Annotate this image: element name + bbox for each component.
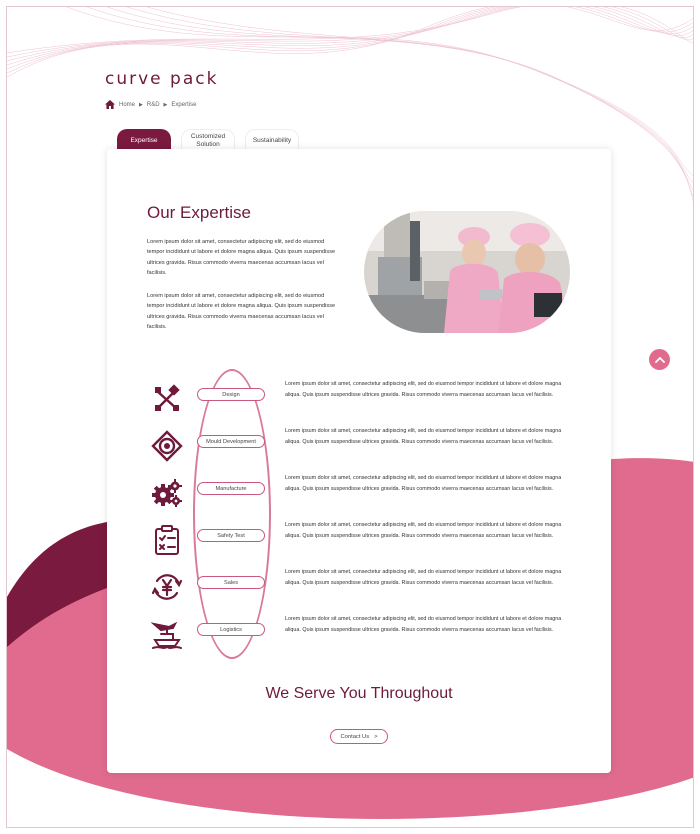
tab-customized-solution[interactable]: Customized Solution xyxy=(181,129,235,151)
chevron-up-icon xyxy=(654,356,665,363)
content-card: Our Expertise Lorem ipsum dolor sit amet… xyxy=(107,149,611,773)
step-manufacture: Manufacture Lorem ipsum dolor sit amet, … xyxy=(107,471,611,515)
step-pill[interactable]: Sales xyxy=(197,576,265,589)
target-icon xyxy=(151,430,183,462)
tab-expertise[interactable]: Expertise xyxy=(117,129,171,151)
step-description: Lorem ipsum dolor sit amet, consectetur … xyxy=(285,522,562,539)
step-design: Design Lorem ipsum dolor sit amet, conse… xyxy=(107,377,611,421)
breadcrumb-separator: ▶ xyxy=(163,101,168,108)
step-pill[interactable]: Manufacture xyxy=(197,482,265,495)
design-tools-icon xyxy=(155,384,180,411)
step-sales: Sales Lorem ipsum dolor sit amet, consec… xyxy=(107,565,611,609)
step-safety-test: Safety Test Lorem ipsum dolor sit amet, … xyxy=(107,518,611,562)
factory-workers-photo xyxy=(364,211,570,333)
step-pill[interactable]: Mould Development xyxy=(197,435,265,448)
clipboard-check-icon xyxy=(155,525,179,555)
chevron-right-icon: > xyxy=(374,733,378,740)
step-pill[interactable]: Logistics xyxy=(197,623,265,636)
step-description: Lorem ipsum dolor sit amet, consectetur … xyxy=(285,475,562,492)
expertise-title: Our Expertise xyxy=(147,203,251,222)
scroll-to-top-button[interactable] xyxy=(649,349,670,370)
contact-us-label: Contact Us xyxy=(340,733,370,740)
step-description: Lorem ipsum dolor sit amet, consectetur … xyxy=(285,569,562,586)
brand-logo[interactable]: curve pack xyxy=(105,69,218,89)
yen-cycle-icon xyxy=(151,574,183,600)
intro-paragraph: Lorem ipsum dolor sit amet, consectetur … xyxy=(147,239,336,277)
ship-plane-icon xyxy=(151,621,182,649)
step-description: Lorem ipsum dolor sit amet, consectetur … xyxy=(285,616,562,633)
breadcrumb-rd[interactable]: R&D xyxy=(147,102,160,108)
home-icon[interactable] xyxy=(105,100,115,109)
intro-paragraph: Lorem ipsum dolor sit amet, consectetur … xyxy=(147,293,336,331)
gears-icon xyxy=(152,479,182,507)
page-frame: curve pack Home ▶ R&D ▶ Expertise Expert… xyxy=(6,6,694,828)
serve-title: We Serve You Throughout xyxy=(265,685,453,702)
step-description: Lorem ipsum dolor sit amet, consectetur … xyxy=(285,428,562,445)
step-pill[interactable]: Safety Test xyxy=(197,529,265,542)
step-mould-development: Mould Development Lorem ipsum dolor sit … xyxy=(107,424,611,468)
tab-sustainability[interactable]: Sustainability xyxy=(245,129,299,151)
step-pill[interactable]: Design xyxy=(197,388,265,401)
step-logistics: Logistics Lorem ipsum dolor sit amet, co… xyxy=(107,612,611,656)
tab-bar: Expertise Customized Solution Sustainabi… xyxy=(117,129,299,151)
breadcrumb: Home ▶ R&D ▶ Expertise xyxy=(105,100,196,109)
step-description: Lorem ipsum dolor sit amet, consectetur … xyxy=(285,381,562,398)
breadcrumb-current: Expertise xyxy=(171,101,197,108)
contact-us-button[interactable]: Contact Us > xyxy=(330,729,388,744)
breadcrumb-home[interactable]: Home xyxy=(119,102,135,108)
breadcrumb-separator: ▶ xyxy=(139,101,143,108)
